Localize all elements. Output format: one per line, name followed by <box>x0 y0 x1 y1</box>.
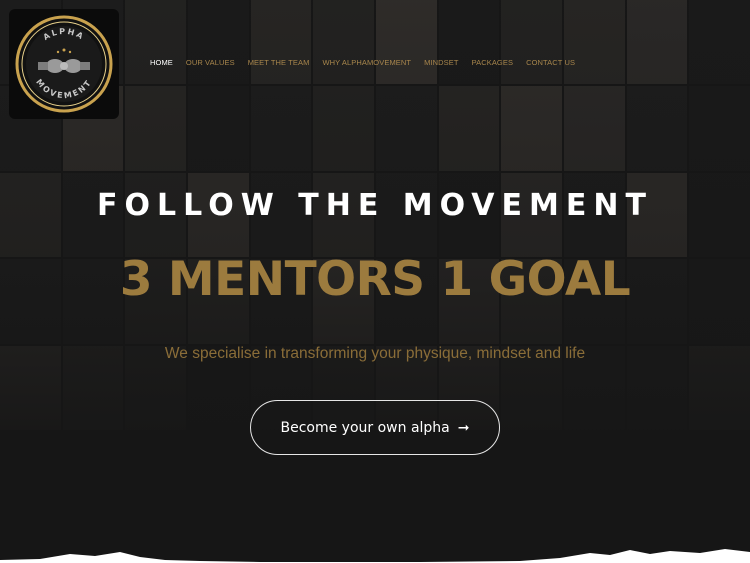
alpha-movement-logo-emblem: ALPHA MOVEMENT <box>15 15 113 113</box>
hero-headline: FOLLOW THE MOVEMENT <box>97 188 653 223</box>
hero-subheadline: 3 MENTORS 1 GOAL <box>119 252 631 307</box>
main-navigation: HOME OUR VALUES MEET THE TEAM WHY ALPHAM… <box>150 58 575 67</box>
nav-item-why-alphamovement[interactable]: WHY ALPHAMOVEMENT <box>322 58 411 67</box>
become-your-own-alpha-button[interactable]: Become your own alpha ➞ <box>250 400 500 455</box>
hero-tagline: We specialise in transforming your physi… <box>164 345 586 362</box>
nav-item-our-values[interactable]: OUR VALUES <box>186 58 235 67</box>
nav-item-mindset[interactable]: MINDSET <box>424 58 458 67</box>
nav-item-contact-us[interactable]: CONTACT US <box>526 58 575 67</box>
cta-label: Become your own alpha <box>280 419 450 436</box>
torn-paper-divider <box>0 549 750 563</box>
hero-section: ALPHA MOVEMENT HOME OUR VALUES MEET THE … <box>0 0 750 563</box>
brand-logo[interactable]: ALPHA MOVEMENT <box>9 9 119 119</box>
nav-item-packages[interactable]: PACKAGES <box>472 58 514 67</box>
nav-item-home[interactable]: HOME <box>150 58 173 67</box>
nav-item-meet-the-team[interactable]: MEET THE TEAM <box>248 58 310 67</box>
arrow-right-icon: ➞ <box>457 419 470 436</box>
